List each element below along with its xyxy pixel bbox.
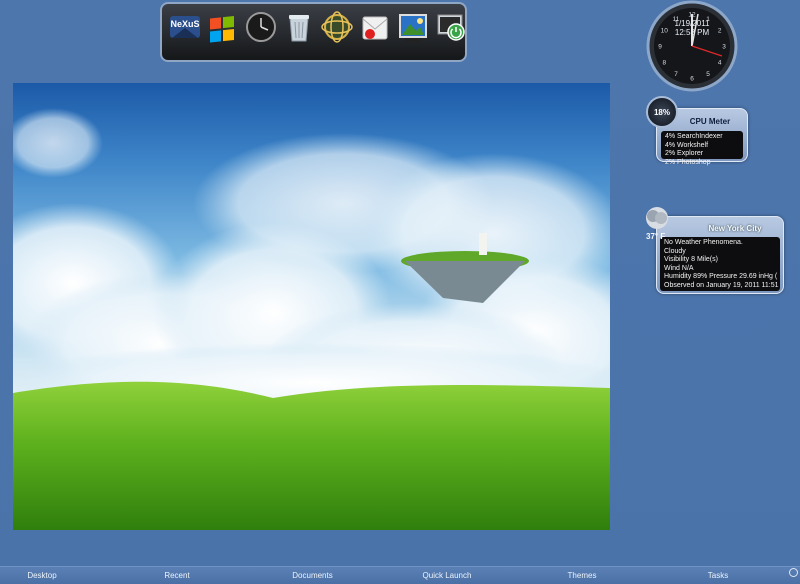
weather-details: No Weather Phenomena. Cloudy Visibility … <box>660 237 780 291</box>
nexus-logo-icon[interactable]: NeXuS <box>168 10 202 44</box>
cpu-percent: 18% <box>653 107 670 117</box>
weather-city: New York City <box>708 224 762 233</box>
monitor-power-icon[interactable] <box>434 10 468 44</box>
recycle-bin-icon[interactable] <box>282 10 316 44</box>
cpu-process: 2% Photoshop <box>665 158 711 166</box>
cpu-process-list: 4% SearchIndexer 4% Workshelf 2% Explore… <box>661 131 743 166</box>
taskbar-item-desktop[interactable]: Desktop <box>12 571 72 580</box>
photo-viewer-icon[interactable] <box>396 10 430 44</box>
taskbar-item-recent[interactable]: Recent <box>147 571 207 580</box>
clock-numeral: 9 <box>658 44 662 51</box>
clock-time: 12:58 PM <box>674 28 710 37</box>
windows-logo-icon[interactable] <box>205 10 239 44</box>
clock-gadget[interactable]: 121234567891011 1/19/2011 12:58 PM <box>646 0 738 92</box>
cpu-gauge: 18% <box>646 96 678 128</box>
mail-icon[interactable] <box>358 10 392 44</box>
cloudy-weather-icon <box>642 205 672 235</box>
cpu-meter-title: CPU Meter <box>689 117 731 126</box>
cpu-process: 2% Explorer <box>665 150 704 157</box>
weather-line: Cloudy <box>664 247 686 255</box>
weather-line: Humidity 89% Pressure 29.69 inHg ( <box>664 273 778 280</box>
nexus-logo-label: NeXuS <box>170 19 199 29</box>
weather-line: No Weather Phenomena. <box>664 239 743 246</box>
weather-line: Visibility 8 Mile(s) <box>664 256 718 263</box>
weather-line: Observed on January 19, 2011 11:51 <box>664 281 779 289</box>
weather-temp: 37° F <box>646 232 666 241</box>
weather-line: Wind N/A <box>664 264 694 272</box>
taskbar-item-quick-launch[interactable]: Quick Launch <box>412 571 482 580</box>
weather-gadget[interactable]: New York City No Weather Phenomena. Clou… <box>656 216 784 294</box>
clock-numeral: 8 <box>662 60 666 67</box>
clock-numeral: 6 <box>690 76 694 83</box>
clock-icon[interactable] <box>244 10 278 44</box>
wallpaper-image <box>13 83 610 530</box>
grass-hills <box>13 381 610 530</box>
taskbar: Desktop Recent Documents Quick Launch Th… <box>0 566 800 584</box>
cpu-process: 4% Workshelf <box>665 141 709 149</box>
clock-date: 1/19/2011 <box>674 19 710 28</box>
taskbar-item-tasks[interactable]: Tasks <box>693 571 743 580</box>
clock-numeral: 5 <box>706 71 710 78</box>
taskbar-circle-icon[interactable] <box>789 568 798 577</box>
clock-numeral: 3 <box>722 44 726 51</box>
taskbar-item-themes[interactable]: Themes <box>552 571 612 580</box>
cpu-process: 4% SearchIndexer <box>665 133 723 140</box>
clock-numeral: 4 <box>718 60 722 67</box>
taskbar-item-documents[interactable]: Documents <box>280 571 345 580</box>
clock-numeral: 7 <box>674 71 678 78</box>
network-globe-icon[interactable] <box>320 10 354 44</box>
app-dock: NeXuS <box>160 2 467 62</box>
